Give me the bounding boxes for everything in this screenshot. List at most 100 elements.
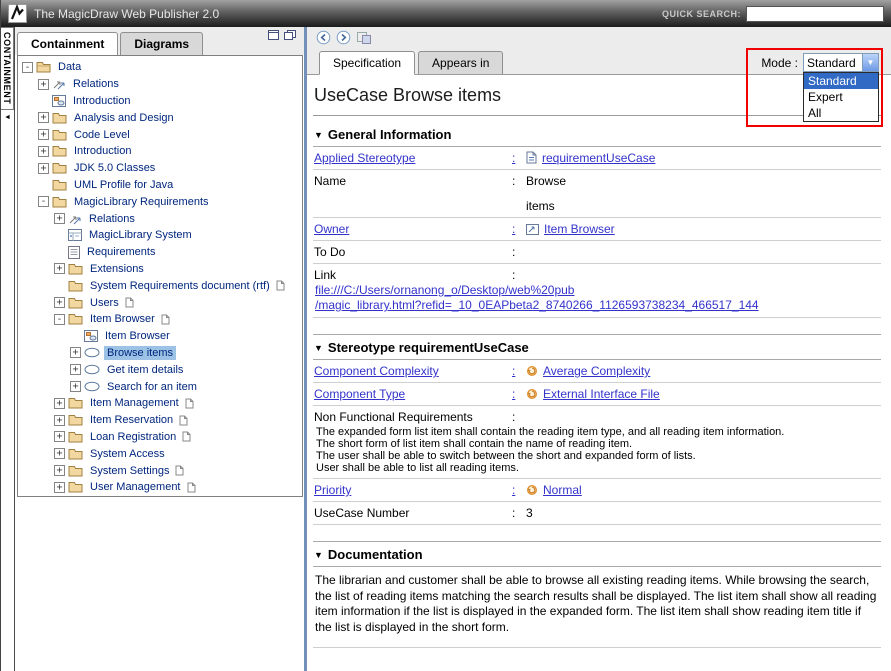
file-link[interactable]: file:///C:/Users/ornanong_o/Desktop/web%…: [314, 283, 881, 298]
tree-item-get-item-details[interactable]: + Get item details: [18, 361, 302, 378]
tab-appears-in[interactable]: Appears in: [418, 51, 503, 74]
expand-toggle-icon[interactable]: +: [38, 112, 49, 123]
tree-item-label[interactable]: Item Browser: [87, 312, 158, 326]
tree-item-data[interactable]: - Data: [18, 59, 302, 76]
tree-item-label[interactable]: Extensions: [87, 262, 147, 276]
collapse-toggle-icon[interactable]: -: [38, 196, 49, 207]
section-header-stereotype-requirementusecase[interactable]: ▼Stereotype requirementUseCase: [313, 335, 881, 360]
specification-panel: Specification Appears in Mode : Standard…: [307, 27, 891, 671]
minimize-panel-icon[interactable]: [268, 30, 279, 40]
tree-item-loan-registration[interactable]: + Loan Registration: [18, 429, 302, 446]
tree-item-label[interactable]: Requirements: [84, 245, 158, 259]
tree-item-label[interactable]: System Requirements document (rtf): [87, 279, 273, 293]
mode-dropdown[interactable]: Standard ▼: [803, 53, 879, 72]
tree-item-browse-items[interactable]: + Browse items: [18, 345, 302, 362]
link-normal[interactable]: Normal: [543, 483, 582, 497]
tree-item-label[interactable]: Analysis and Design: [71, 111, 177, 125]
tab-containment[interactable]: Containment: [17, 32, 118, 55]
expand-toggle-icon[interactable]: +: [38, 146, 49, 157]
tree-item-uml-profile-for-java[interactable]: UML Profile for Java: [18, 177, 302, 194]
expand-toggle-icon[interactable]: +: [38, 129, 49, 140]
section-header-documentation[interactable]: ▼Documentation: [313, 542, 881, 567]
tree-item-label[interactable]: Search for an item: [104, 380, 200, 394]
mode-option-all[interactable]: All: [804, 105, 878, 121]
tree-item-system-settings[interactable]: + System Settings: [18, 462, 302, 479]
tree-item-extensions[interactable]: + Extensions: [18, 261, 302, 278]
collapse-toggle-icon[interactable]: -: [22, 62, 33, 73]
tree-item-relations[interactable]: + Relations: [18, 76, 302, 93]
link-item-browser[interactable]: Item Browser: [544, 222, 615, 236]
link-external-interface-file[interactable]: External Interface File: [543, 387, 660, 401]
expand-toggle-icon[interactable]: +: [38, 163, 49, 174]
tree-item-relations[interactable]: + Relations: [18, 210, 302, 227]
tree-item-item-browser[interactable]: Item Browser: [18, 328, 302, 345]
expand-toggle-icon[interactable]: +: [38, 79, 49, 90]
tree-item-introduction[interactable]: Introduction: [18, 93, 302, 110]
tree-item-label[interactable]: Loan Registration: [87, 430, 179, 444]
mode-option-expert[interactable]: Expert: [804, 89, 878, 105]
tree-item-label[interactable]: System Settings: [87, 464, 172, 478]
select-in-containment-tree-icon[interactable]: [356, 31, 372, 45]
tree-item-label[interactable]: System Access: [87, 447, 168, 461]
tree-item-analysis-and-design[interactable]: + Analysis and Design: [18, 109, 302, 126]
tree-item-label[interactable]: Users: [87, 296, 122, 310]
magicdraw-web-publisher-window: The MagicDraw Web Publisher 2.0 QUICK SE…: [0, 0, 891, 671]
expand-toggle-icon[interactable]: +: [54, 465, 65, 476]
collapse-toggle-icon[interactable]: -: [54, 314, 65, 325]
tree-item-item-management[interactable]: + Item Management: [18, 395, 302, 412]
tree-item-label[interactable]: UML Profile for Java: [71, 178, 176, 192]
link-requirementusecase[interactable]: requirementUseCase: [542, 151, 655, 165]
quick-search-input[interactable]: [746, 6, 884, 22]
expand-toggle-icon[interactable]: +: [70, 347, 81, 358]
mode-option-standard[interactable]: Standard: [804, 73, 878, 89]
tree-item-label[interactable]: JDK 5.0 Classes: [71, 161, 158, 175]
expand-toggle-icon[interactable]: +: [54, 482, 65, 493]
tree-item-label[interactable]: Item Browser: [102, 329, 173, 343]
expand-toggle-icon[interactable]: +: [54, 398, 65, 409]
back-icon[interactable]: [316, 30, 331, 45]
tree-item-label[interactable]: Introduction: [70, 94, 133, 108]
collapse-panel-icon[interactable]: ◄: [1, 114, 14, 121]
tree-item-item-browser[interactable]: - Item Browser: [18, 311, 302, 328]
link-average-complexity[interactable]: Average Complexity: [543, 364, 650, 378]
tree-item-label[interactable]: User Management: [87, 480, 184, 494]
dropdown-arrow-icon[interactable]: ▼: [862, 54, 878, 71]
tree-item-label[interactable]: Relations: [86, 212, 138, 226]
file-link[interactable]: /magic_library.html?refid=_10_0EAPbeta2_…: [314, 298, 881, 313]
tree-item-users[interactable]: + Users: [18, 294, 302, 311]
expand-toggle-icon[interactable]: +: [54, 415, 65, 426]
forward-icon[interactable]: [336, 30, 351, 45]
expand-toggle-icon[interactable]: +: [54, 213, 65, 224]
expand-toggle-icon[interactable]: +: [70, 381, 81, 392]
tree-item-label[interactable]: Data: [55, 60, 84, 74]
tab-specification[interactable]: Specification: [319, 51, 415, 75]
tree-item-magiclibrary-requirements[interactable]: - MagicLibrary Requirements: [18, 193, 302, 210]
expand-toggle-icon[interactable]: +: [70, 364, 81, 375]
field-label: Owner: [314, 222, 512, 236]
tree-item-label[interactable]: Relations: [70, 77, 122, 91]
tree-item-search-for-an-item[interactable]: + Search for an item: [18, 378, 302, 395]
tree-item-item-reservation[interactable]: + Item Reservation: [18, 412, 302, 429]
tree-item-user-management[interactable]: + User Management: [18, 479, 302, 496]
expand-toggle-icon[interactable]: +: [54, 431, 65, 442]
tree-item-label[interactable]: Introduction: [71, 144, 134, 158]
tree-item-label[interactable]: Code Level: [71, 128, 133, 142]
tree-item-code-level[interactable]: + Code Level: [18, 126, 302, 143]
tree-item-label[interactable]: Item Reservation: [87, 413, 176, 427]
tree-item-label[interactable]: Item Management: [87, 396, 182, 410]
tree-item-jdk-5-0-classes[interactable]: + JDK 5.0 Classes: [18, 160, 302, 177]
tree-item-requirements[interactable]: Requirements: [18, 244, 302, 261]
tab-diagrams[interactable]: Diagrams: [120, 32, 203, 55]
tree-item-introduction[interactable]: + Introduction: [18, 143, 302, 160]
tree-item-label[interactable]: Get item details: [104, 363, 186, 377]
expand-toggle-icon[interactable]: +: [54, 263, 65, 274]
tree-item-system-access[interactable]: + System Access: [18, 445, 302, 462]
expand-toggle-icon[interactable]: +: [54, 297, 65, 308]
expand-toggle-icon[interactable]: +: [54, 448, 65, 459]
tree-item-label[interactable]: MagicLibrary Requirements: [71, 195, 212, 209]
tree-item-label[interactable]: Browse items: [104, 346, 176, 360]
tree-item-magiclibrary-system[interactable]: MagicLibrary System: [18, 227, 302, 244]
tree-item-label[interactable]: MagicLibrary System: [86, 228, 195, 242]
open-in-new-window-icon[interactable]: [284, 30, 296, 40]
tree-item-system-requirements-document-rtf[interactable]: System Requirements document (rtf): [18, 277, 302, 294]
